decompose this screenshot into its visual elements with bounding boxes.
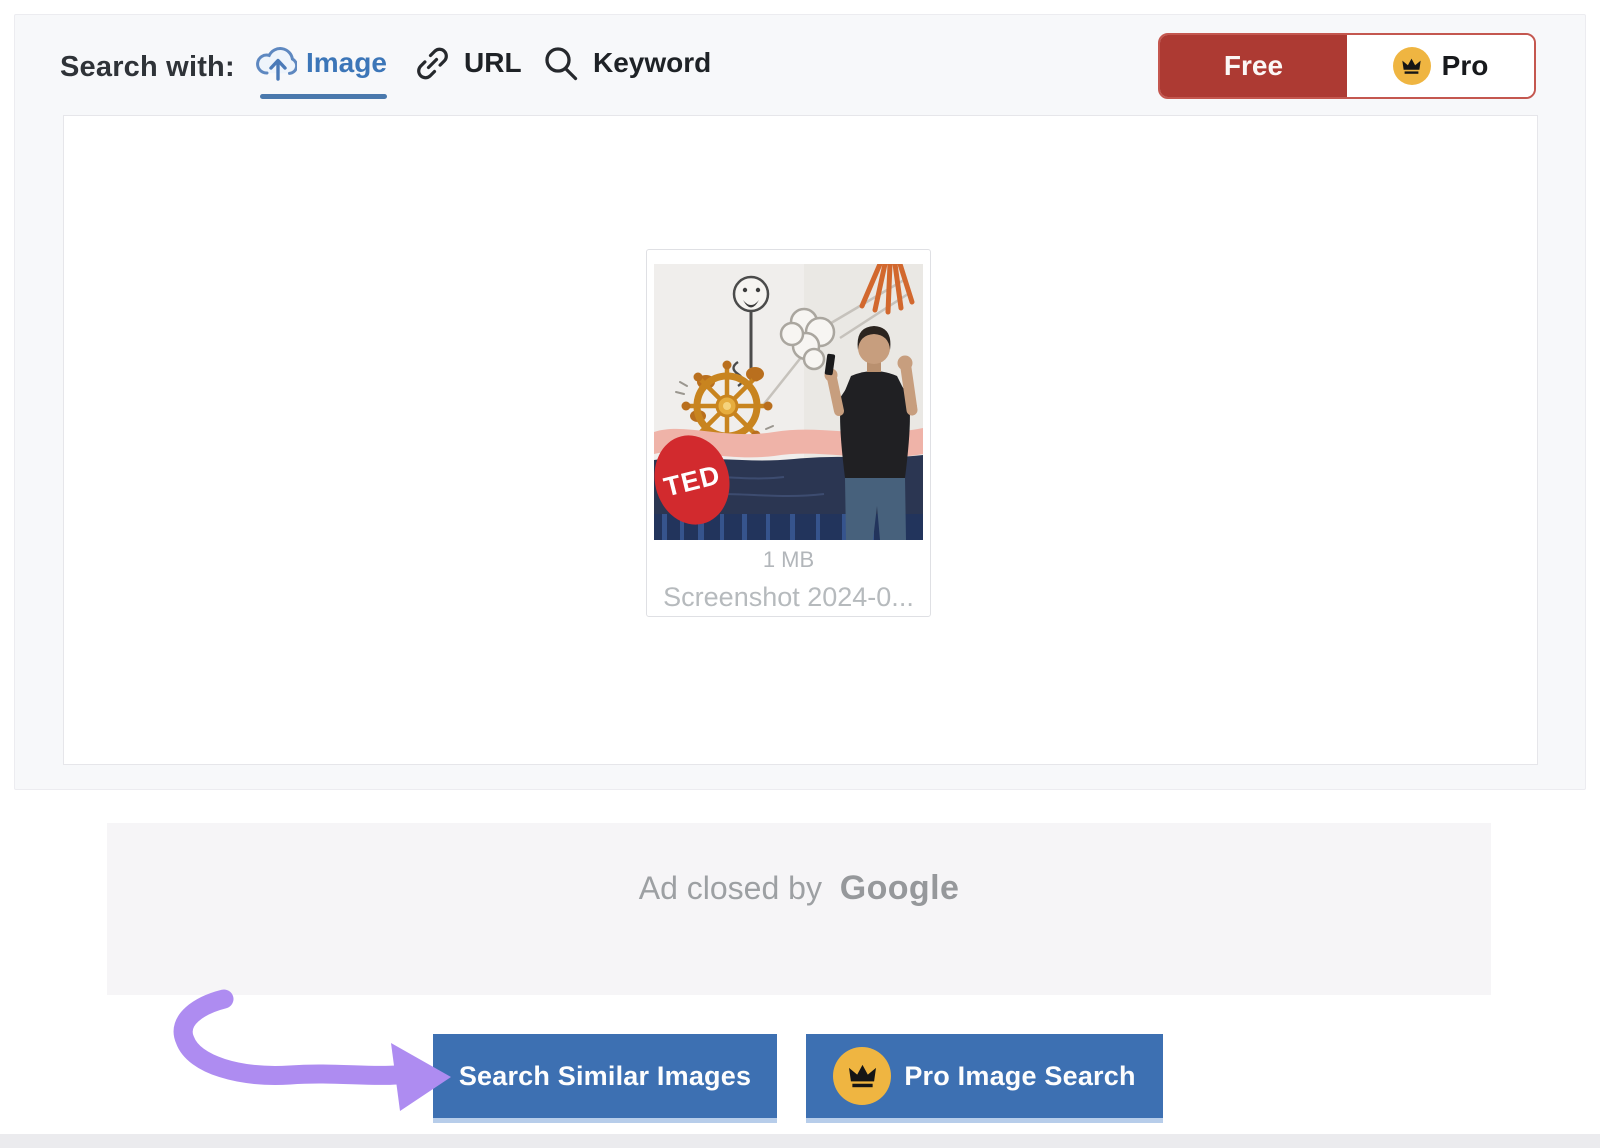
pro-toggle-label: Pro — [1442, 50, 1489, 82]
tab-url[interactable]: URL — [414, 43, 522, 83]
ad-text-space — [826, 870, 835, 906]
tab-keyword[interactable]: Keyword — [542, 43, 711, 83]
ad-placeholder: Ad closed by Google — [107, 823, 1491, 995]
tab-image[interactable]: Image — [256, 43, 387, 83]
uploaded-image-thumbnail: TED — [654, 264, 923, 540]
search-similar-images-button[interactable]: Search Similar Images — [433, 1034, 777, 1123]
pro-image-search-label: Pro Image Search — [904, 1061, 1135, 1092]
google-logo-text: Google — [840, 869, 960, 907]
ad-closed-text: Ad closed by — [639, 870, 822, 906]
active-tab-underline — [260, 94, 387, 99]
cloud-upload-icon — [256, 45, 297, 82]
tab-keyword-label: Keyword — [593, 47, 711, 79]
bottom-strip — [0, 1134, 1600, 1148]
crown-icon — [1393, 47, 1431, 85]
tab-url-label: URL — [464, 47, 522, 79]
search-icon — [542, 44, 580, 82]
search-similar-images-label: Search Similar Images — [459, 1061, 751, 1092]
tab-image-label: Image — [306, 47, 387, 79]
pro-toggle-button[interactable]: Pro — [1347, 35, 1534, 97]
search-with-label: Search with: — [60, 51, 235, 84]
plan-toggle: Free Pro — [1158, 33, 1536, 99]
link-icon — [414, 45, 451, 82]
annotation-arrow — [170, 985, 460, 1120]
free-toggle-button[interactable]: Free — [1160, 35, 1347, 97]
uploaded-file-card[interactable]: TED 1 MB Screenshot 2024-0... — [646, 249, 931, 617]
pro-image-search-button[interactable]: Pro Image Search — [806, 1034, 1163, 1123]
free-toggle-label: Free — [1224, 50, 1283, 82]
file-name: Screenshot 2024-0... — [663, 582, 914, 613]
file-size: 1 MB — [763, 547, 814, 573]
crown-icon — [833, 1047, 891, 1105]
